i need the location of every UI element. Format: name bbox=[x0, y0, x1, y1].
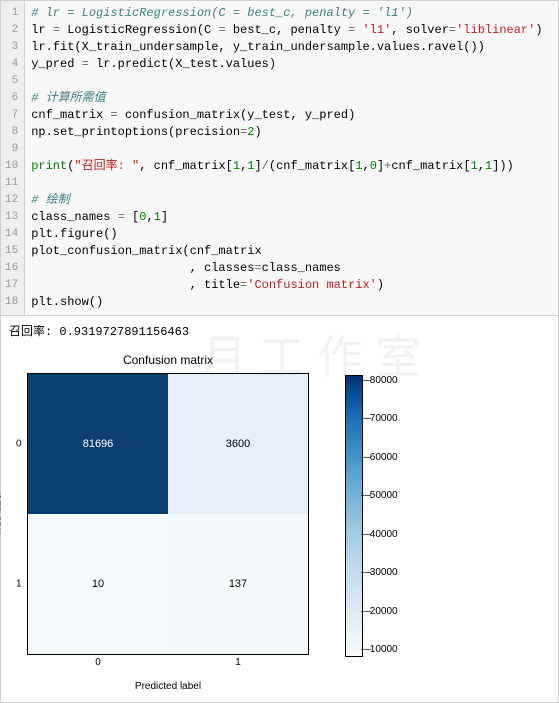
colorbar-tick: 40000 bbox=[369, 529, 398, 540]
code-line: class_names = [0,1] bbox=[31, 209, 552, 226]
line-number: 6 bbox=[5, 90, 18, 107]
code-cell: 123456789101112131415161718 # lr = Logis… bbox=[0, 0, 559, 316]
colorbar-tick: 80000 bbox=[369, 375, 398, 386]
line-number: 10 bbox=[5, 158, 18, 175]
heatmap-grid: 81696 3600 10 137 0 1 0 1 True label bbox=[27, 373, 309, 655]
code-line: , classes=class_names bbox=[31, 260, 552, 277]
x-tick-0: 0 bbox=[95, 657, 101, 668]
code-line: plot_confusion_matrix(cnf_matrix bbox=[31, 243, 552, 260]
colorbar-tick: 30000 bbox=[369, 567, 398, 578]
line-number: 12 bbox=[5, 192, 18, 209]
code-line: print("召回率: ", cnf_matrix[1,1]/(cnf_matr… bbox=[31, 158, 552, 175]
code-line: # 绘制 bbox=[31, 192, 552, 209]
code-line bbox=[31, 141, 552, 158]
y-tick-0: 0 bbox=[16, 439, 22, 450]
colorbar-ticks: 80000 70000 60000 50000 40000 30000 20000 10000 bbox=[369, 375, 398, 655]
output-cell: 月工作室 召回率: 0.9319727891156463 Confusion m… bbox=[0, 316, 559, 703]
colorbar: 80000 70000 60000 50000 40000 30000 20000 10000 bbox=[345, 375, 398, 657]
line-number: 5 bbox=[5, 73, 18, 90]
line-number: 17 bbox=[5, 277, 18, 294]
code-line: plt.show() bbox=[31, 294, 552, 311]
colorbar-tick: 20000 bbox=[369, 606, 398, 617]
line-number: 1 bbox=[5, 5, 18, 22]
code-line bbox=[31, 73, 552, 90]
code-line: np.set_printoptions(precision=2) bbox=[31, 124, 552, 141]
code-line: lr = LogisticRegression(C = best_c, pena… bbox=[31, 22, 552, 39]
line-number: 16 bbox=[5, 260, 18, 277]
code-line: # lr = LogisticRegression(C = best_c, pe… bbox=[31, 5, 552, 22]
line-number: 7 bbox=[5, 107, 18, 124]
colorbar-tick: 70000 bbox=[369, 413, 398, 424]
colorbar-tick: 60000 bbox=[369, 452, 398, 463]
code-line: , title='Confusion matrix') bbox=[31, 277, 552, 294]
line-number-gutter: 123456789101112131415161718 bbox=[1, 1, 25, 315]
code-line bbox=[31, 175, 552, 192]
line-number: 13 bbox=[5, 209, 18, 226]
heatmap-cell-1-0: 10 bbox=[28, 514, 168, 654]
heatmap-cell-1-1: 137 bbox=[168, 514, 308, 654]
line-number: 14 bbox=[5, 226, 18, 243]
code-line: cnf_matrix = confusion_matrix(y_test, y_… bbox=[31, 107, 552, 124]
line-number: 18 bbox=[5, 294, 18, 311]
confusion-matrix-figure: Confusion matrix 81696 3600 10 137 0 1 0… bbox=[9, 353, 550, 692]
code-line: y_pred = lr.predict(X_test.values) bbox=[31, 56, 552, 73]
heatmap-cell-0-1: 3600 bbox=[168, 374, 308, 514]
line-number: 4 bbox=[5, 56, 18, 73]
code-content[interactable]: # lr = LogisticRegression(C = best_c, pe… bbox=[25, 1, 558, 315]
y-tick-1: 1 bbox=[16, 579, 22, 590]
line-number: 3 bbox=[5, 39, 18, 56]
code-line: plt.figure() bbox=[31, 226, 552, 243]
heatmap-cell-0-0: 81696 bbox=[28, 374, 168, 514]
y-axis-label: True label bbox=[0, 492, 4, 536]
code-line: lr.fit(X_train_undersample, y_train_unde… bbox=[31, 39, 552, 56]
chart-title: Confusion matrix bbox=[27, 353, 309, 367]
colorbar-tick: 50000 bbox=[369, 490, 398, 501]
recall-output-text: 召回率: 0.9319727891156463 bbox=[9, 322, 550, 339]
colorbar-tick: 10000 bbox=[369, 644, 398, 655]
line-number: 11 bbox=[5, 175, 18, 192]
line-number: 2 bbox=[5, 22, 18, 39]
line-number: 9 bbox=[5, 141, 18, 158]
x-axis-label: Predicted label bbox=[27, 681, 309, 692]
line-number: 15 bbox=[5, 243, 18, 260]
code-line: # 计算所需值 bbox=[31, 90, 552, 107]
line-number: 8 bbox=[5, 124, 18, 141]
x-tick-1: 1 bbox=[235, 657, 241, 668]
